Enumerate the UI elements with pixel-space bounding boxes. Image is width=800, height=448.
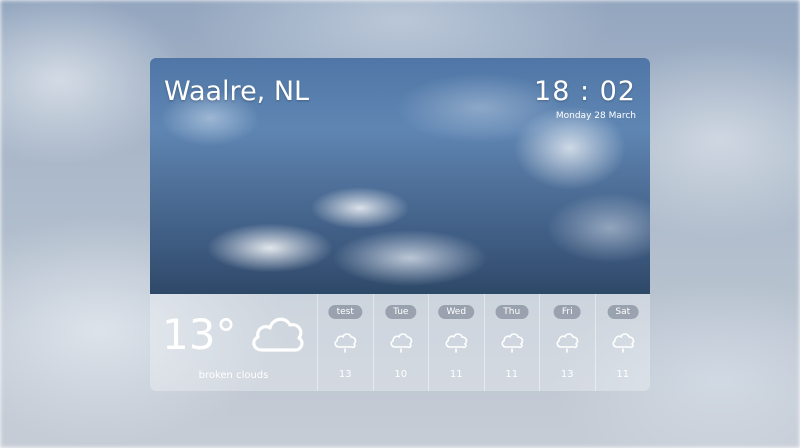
day-label: Wed <box>438 305 475 319</box>
cloud-icon <box>252 317 304 352</box>
rain-cloud-icon <box>334 333 357 353</box>
forecast-day: Tue 10 <box>372 294 429 391</box>
location-name: Waalre, NL <box>164 76 310 107</box>
rain-cloud-icon <box>556 333 579 353</box>
rain-cloud-icon <box>445 333 468 353</box>
weather-description: broken clouds <box>198 370 269 381</box>
day-temperature: 13 <box>560 369 574 380</box>
day-label: Tue <box>385 305 417 319</box>
forecast-strip: test 13 Tue 10 Wed 11 Thu 11 Fri 13 Sat … <box>317 294 650 391</box>
rain-cloud-icon <box>501 333 523 353</box>
day-temperature: 11 <box>449 369 463 380</box>
forecast-day: Sat 11 <box>594 294 651 391</box>
day-temperature: 10 <box>394 369 408 380</box>
forecast-day: test 13 <box>317 294 373 391</box>
day-label: test <box>328 305 362 319</box>
day-temperature: 11 <box>505 369 519 380</box>
weather-card: Waalre, NL 18 : 02 Monday 28 March 13° b… <box>150 58 650 391</box>
forecast-day: Fri 13 <box>539 294 595 391</box>
clock-time: 18 : 02 <box>534 76 636 107</box>
current-date: Monday 28 March <box>555 111 636 121</box>
day-temperature: 11 <box>616 369 630 380</box>
day-label: Thu <box>495 305 529 319</box>
rain-cloud-icon <box>612 333 634 353</box>
day-label: Sat <box>607 305 639 319</box>
forecast-day: Thu 11 <box>483 294 540 391</box>
forecast-day: Wed 11 <box>428 294 484 391</box>
current-temperature: 13° <box>162 310 237 359</box>
day-temperature: 13 <box>338 369 352 380</box>
sky-photo: Waalre, NL 18 : 02 Monday 28 March <box>150 58 650 294</box>
current-weather: 13° broken clouds <box>150 294 317 391</box>
day-label: Fri <box>553 305 581 319</box>
rain-cloud-icon <box>390 333 412 353</box>
weather-panel: 13° broken clouds test 13 Tue 10 Wed 11 … <box>150 294 650 391</box>
